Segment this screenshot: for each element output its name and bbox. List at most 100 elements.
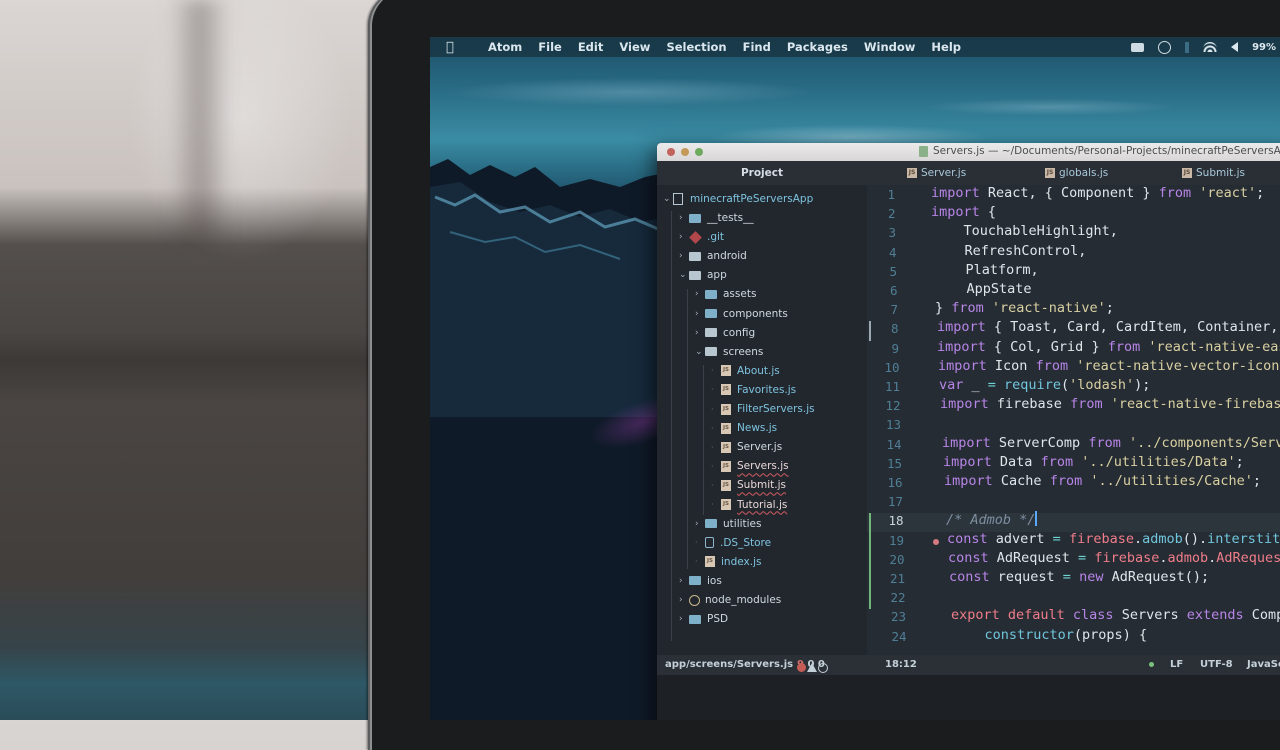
nodejs-icon xyxy=(689,594,700,606)
repo-icon xyxy=(673,193,683,205)
tree-item[interactable]: › PSD xyxy=(679,610,728,628)
close-button[interactable] xyxy=(667,148,675,156)
code-line[interactable]: TouchableHighlight, xyxy=(931,223,1118,239)
line-number: 11 xyxy=(884,379,900,394)
status-line-ending[interactable]: LF xyxy=(1170,659,1183,670)
menu-window[interactable]: Window xyxy=(864,40,916,54)
folder-icon xyxy=(689,576,701,586)
battery-percent[interactable]: 99% xyxy=(1252,42,1276,53)
chevron-right-icon: › xyxy=(695,308,699,319)
code-line[interactable]: import { Toast, Card, CardItem, Containe… xyxy=(937,319,1280,335)
tree-item[interactable]: · JS Submit.js xyxy=(711,476,786,494)
folder-icon xyxy=(705,347,717,357)
status-grammar[interactable]: JavaScript xyxy=(1247,659,1280,670)
code-line[interactable]: Platform, xyxy=(933,262,1039,278)
status-file-path[interactable]: app/screens/Servers.js xyxy=(665,659,793,670)
minimize-button[interactable] xyxy=(681,148,689,156)
code-line[interactable]: /* Admob */ xyxy=(946,511,1038,528)
tab-server-js[interactable]: JS Server.js xyxy=(907,167,966,179)
code-token: Platform, xyxy=(933,261,1039,278)
tree-item[interactable]: · JS Favorites.js xyxy=(711,381,796,399)
tree-root[interactable]: ⌄ minecraftPeServersApp xyxy=(663,190,813,208)
code-token: React, { Component } xyxy=(979,185,1159,201)
menu-atom[interactable]: Atom xyxy=(488,40,522,54)
tree-item[interactable]: › ios xyxy=(679,572,722,590)
tree-item[interactable]: · JS Server.js xyxy=(711,438,782,456)
line-number: 17 xyxy=(887,494,903,510)
code-line[interactable]: const advert = firebase.admob().intersti… xyxy=(947,531,1280,547)
menu-help[interactable]: Help xyxy=(931,40,961,54)
menu-find[interactable]: Find xyxy=(743,40,771,54)
tree-item[interactable]: · JS FilterServers.js xyxy=(711,400,815,418)
menu-tray: 99% xyxy=(1131,37,1280,57)
tree-item[interactable]: › android xyxy=(679,247,747,265)
menu-edit[interactable]: Edit xyxy=(578,40,604,54)
menu-packages[interactable]: Packages xyxy=(787,40,848,54)
code-line[interactable]: const AdRequest = firebase.admob.AdReque… xyxy=(948,550,1280,566)
lint-error-marker[interactable] xyxy=(933,538,939,545)
tree-item[interactable]: · JS About.js xyxy=(711,362,780,380)
tree-item-label: screens xyxy=(723,345,764,358)
code-token: '../utilities/Cache' xyxy=(1082,473,1253,489)
menu-file[interactable]: File xyxy=(538,40,562,54)
code-line[interactable]: import { xyxy=(931,204,996,220)
code-line[interactable]: RefreshControl, xyxy=(932,243,1087,259)
code-line[interactable]: import Data from '../utilities/Data'; xyxy=(943,454,1244,470)
code-line[interactable]: import Icon from 'react-native-vector-ic… xyxy=(938,358,1280,374)
camera-icon[interactable] xyxy=(1131,42,1145,52)
tree-item[interactable]: · JS Servers.js xyxy=(711,457,789,475)
code-line[interactable]: const request = new AdRequest(); xyxy=(949,569,1209,585)
bluetooth-icon[interactable] xyxy=(1185,41,1190,53)
code-token: AppState xyxy=(934,281,1032,297)
desktop-below-window xyxy=(657,675,1280,720)
tree-item[interactable]: › node_modules xyxy=(679,591,781,609)
code-line[interactable]: export default class Servers extends Com… xyxy=(951,607,1280,623)
status-encoding[interactable]: UTF-8 xyxy=(1200,659,1233,670)
tree-item[interactable]: › components xyxy=(695,305,788,323)
project-panel-title: Project xyxy=(740,167,784,179)
tree-item[interactable]: · .DS_Store xyxy=(695,534,771,552)
code-line[interactable]: import React, { Component } from 'react'… xyxy=(931,185,1264,201)
volume-icon[interactable] xyxy=(1231,42,1239,52)
menu-selection[interactable]: Selection xyxy=(666,40,726,54)
code-line[interactable]: import { Col, Grid } from 'react-native-… xyxy=(937,339,1280,355)
tree-item[interactable]: · JS News.js xyxy=(711,419,777,437)
tree-item[interactable]: · JS index.js xyxy=(695,553,761,571)
code-line[interactable]: var _ = require('lodash'); xyxy=(939,377,1150,393)
wifi-icon[interactable] xyxy=(1203,42,1218,52)
code-line[interactable]: import firebase from 'react-native-fireb… xyxy=(940,396,1280,412)
tree-item[interactable]: › assets xyxy=(695,285,756,303)
line-number: 10 xyxy=(884,359,900,375)
status-cursor-position[interactable]: 18:12 xyxy=(885,659,917,670)
status-diagnostics[interactable]: 9 0 0 xyxy=(797,659,828,673)
code-line[interactable]: AppState xyxy=(934,281,1032,297)
check-circle-icon[interactable] xyxy=(1158,40,1172,54)
tree-item-label: Servers.js xyxy=(737,460,789,473)
tree-item[interactable]: › config xyxy=(695,324,755,342)
tree-item-label: __tests__ xyxy=(707,212,754,224)
code-token: 'react' xyxy=(1191,185,1257,201)
code-editor[interactable]: 1 import React, { Component } from 'react… xyxy=(867,185,1280,655)
tree-item[interactable]: › __tests__ xyxy=(679,209,754,227)
tree-item[interactable]: · JS Tutorial.js xyxy=(711,496,787,514)
code-line[interactable]: constructor(props) { xyxy=(952,627,1148,643)
code-token: = xyxy=(1052,530,1061,547)
code-line[interactable]: import ServerComp from '../components/Se… xyxy=(942,435,1280,451)
error-icon xyxy=(797,663,806,672)
tab-submit-js[interactable]: JS Submit.js xyxy=(1182,167,1245,179)
code-token: _ xyxy=(963,377,988,393)
tree-item[interactable]: ⌄ screens xyxy=(695,343,763,361)
js-file-icon: JS xyxy=(705,556,715,568)
tree-item[interactable]: ⌄ app xyxy=(679,266,727,284)
code-line[interactable]: import Cache from '../utilities/Cache'; xyxy=(944,473,1261,489)
tree-item[interactable]: › .git xyxy=(679,228,724,246)
code-line[interactable]: } from 'react-native'; xyxy=(935,300,1114,316)
menu-view[interactable]: View xyxy=(619,40,650,54)
tree-item[interactable]: › utilities xyxy=(695,515,762,533)
zoom-button[interactable] xyxy=(695,148,703,156)
code-token: } xyxy=(935,300,952,317)
code-token: import xyxy=(937,319,986,336)
line-number: 8 xyxy=(890,321,899,337)
apple-icon[interactable]:  xyxy=(446,40,460,55)
tab-globals-js[interactable]: JS globals.js xyxy=(1045,167,1108,179)
